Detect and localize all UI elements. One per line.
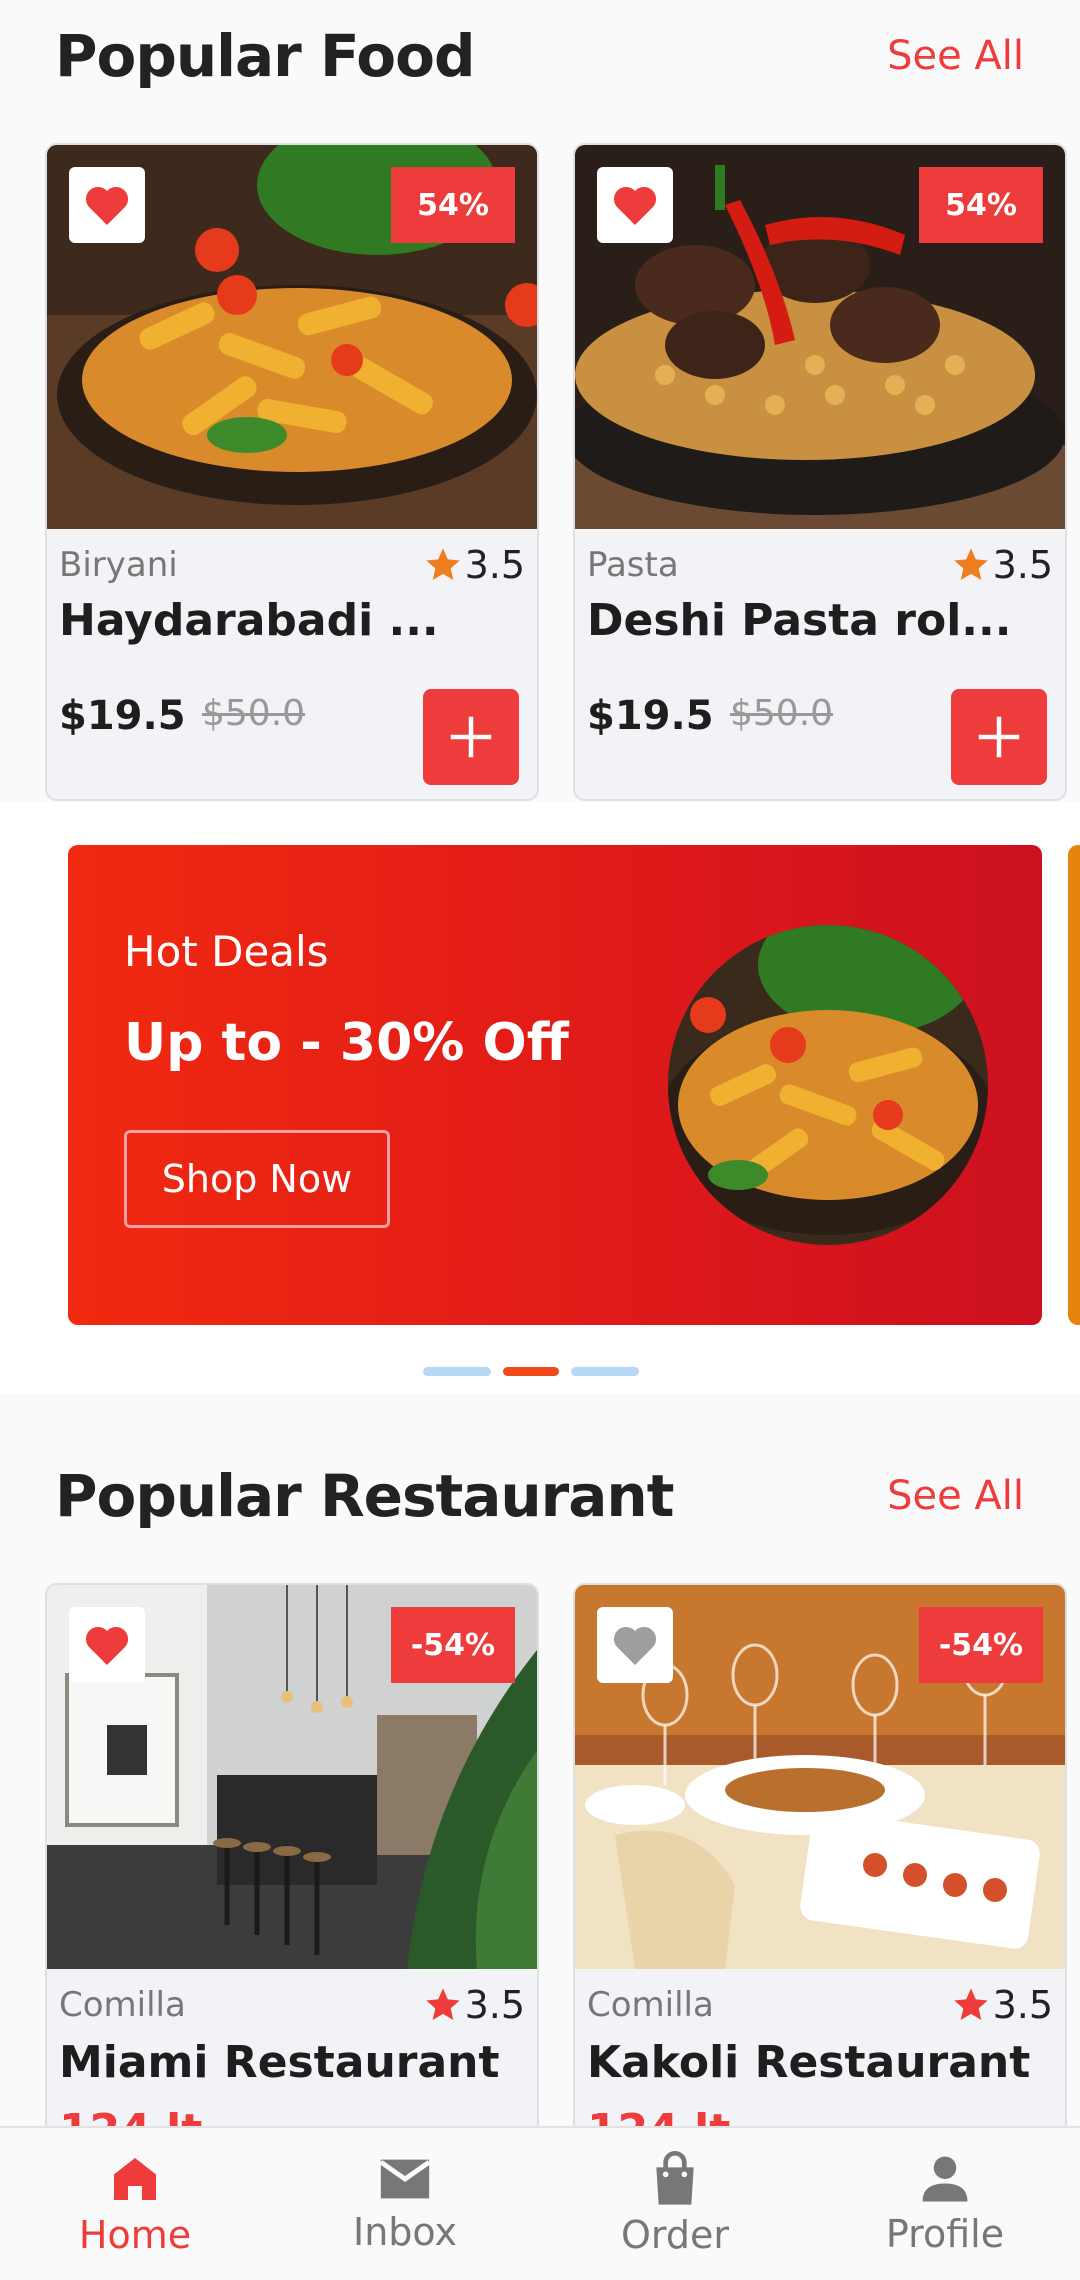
star-icon [425,1988,460,2020]
food-name: Haydarabadi ... [59,595,439,646]
popular-food-see-all-link[interactable]: See All [887,33,1024,79]
restaurant-name: Kakoli Restaurant [587,2037,1031,2088]
carousel-indicator [423,1367,639,1376]
food-price: $19.5 [587,693,714,739]
popular-food-title: Popular Food [55,22,475,90]
banner-title: Up to - 30% Off [124,1013,569,1073]
nav-inbox[interactable]: Inbox [270,2128,540,2280]
nav-home-label: Home [78,2213,192,2257]
discount-badge: -54% [919,1607,1043,1683]
favorite-button[interactable] [69,1607,145,1683]
promo-banner[interactable]: Hot Deals Up to - 30% Off Shop Now [68,845,1042,1325]
food-old-price: $50.0 [202,693,306,734]
discount-badge: 54% [391,167,515,243]
restaurant-name: Miami Restaurant [59,2037,500,2088]
rating-value: 3.5 [464,543,525,587]
add-to-cart-button[interactable] [951,689,1047,785]
heart-icon [85,186,129,225]
favorite-button[interactable] [597,167,673,243]
rating-value: 3.5 [992,1983,1053,2027]
heart-icon [613,186,657,225]
nav-order[interactable]: Order [540,2128,810,2280]
plus-icon [450,716,492,758]
nav-profile-label: Profile [885,2212,1005,2256]
nav-profile[interactable]: Profile [810,2128,1080,2280]
food-category: Biryani [59,545,178,585]
star-icon [953,548,988,580]
rating: 3.5 [951,1983,1053,2027]
nav-inbox-label: Inbox [353,2210,457,2254]
popular-restaurant-title: Popular Restaurant [55,1462,674,1530]
popular-restaurant-header: Popular Restaurant See All [55,1462,1024,1530]
food-name: Deshi Pasta rol... [587,595,1012,646]
favorite-button[interactable] [597,1607,673,1683]
restaurant-location: Comilla [587,1985,714,2025]
person-icon [922,2156,968,2202]
food-price: $19.5 [59,693,186,739]
popular-food-header: Popular Food See All [55,22,1024,90]
heart-icon [85,1626,129,1665]
food-card[interactable]: 54% Biryani 3.5 Haydarabadi ... $19.5 $5… [45,143,539,801]
rating-value: 3.5 [992,543,1053,587]
next-banner-peek[interactable] [1068,845,1080,1325]
heart-icon [613,1626,657,1665]
discount-badge: 54% [919,167,1043,243]
carousel-dot[interactable] [571,1367,639,1376]
banner-subtitle: Hot Deals [124,927,329,976]
bottom-navigation: Home Inbox Order Profile [0,2126,1080,2280]
restaurant-location: Comilla [59,1985,186,2025]
carousel-dot-active[interactable] [503,1367,559,1376]
food-old-price: $50.0 [730,693,834,734]
food-category: Pasta [587,545,679,585]
nav-home[interactable]: Home [0,2128,270,2280]
rating: 3.5 [423,1983,525,2027]
star-icon [425,548,460,580]
rating: 3.5 [951,543,1053,587]
rating: 3.5 [423,543,525,587]
banner-food-image [668,925,988,1245]
rating-value: 3.5 [464,1983,525,2027]
discount-badge: -54% [391,1607,515,1683]
star-icon [953,1988,988,2020]
home-icon [114,2158,156,2200]
nav-order-label: Order [621,2213,729,2257]
food-card[interactable]: 54% Pasta 3.5 Deshi Pasta rol... $19.5 $… [573,143,1067,801]
mail-icon [379,2159,431,2199]
carousel-dot[interactable] [423,1367,491,1376]
restaurant-card[interactable]: -54% Comilla 3.5 Kakoli Restaurant 124 l… [573,1583,1067,2183]
add-to-cart-button[interactable] [423,689,519,785]
shop-now-button[interactable]: Shop Now [124,1130,390,1228]
popular-restaurant-see-all-link[interactable]: See All [887,1473,1024,1519]
favorite-button[interactable] [69,167,145,243]
restaurant-card[interactable]: -54% Comilla 3.5 Miami Restaurant 124 lt [45,1583,539,2183]
plus-icon [978,716,1020,758]
shopping-bag-icon [656,2151,694,2205]
